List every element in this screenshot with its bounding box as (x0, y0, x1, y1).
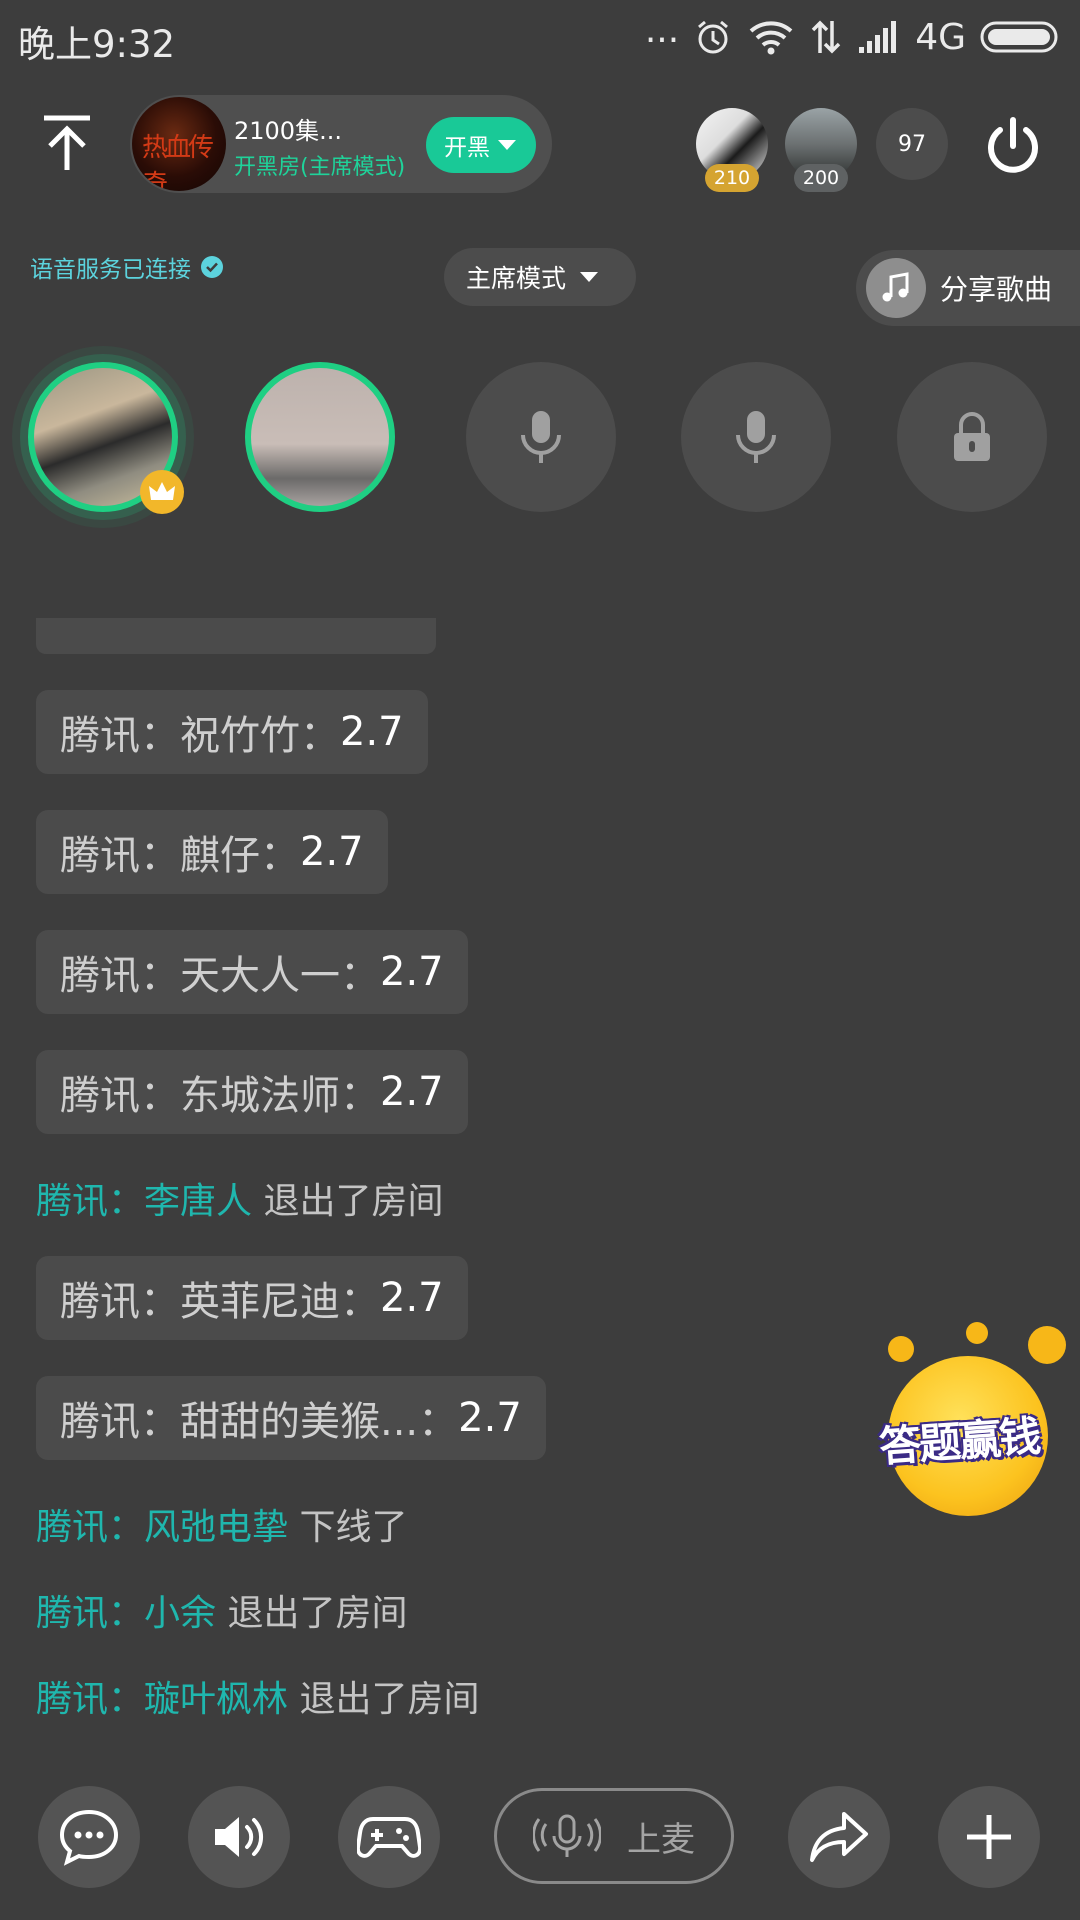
system-message: 腾讯：风弛电挚 下线了 (36, 1498, 407, 1550)
coin-icon (966, 1322, 988, 1344)
chat-value: 2.7 (300, 829, 364, 875)
music-note-icon (866, 258, 926, 318)
seat-2[interactable] (245, 362, 395, 512)
quiz-earn-money-button[interactable]: 答题赢钱 (848, 1320, 1070, 1530)
system-user[interactable]: 风弛电挚 (144, 1507, 288, 1548)
chat-sender: 腾讯：甜甜的美猴...： (60, 1399, 459, 1445)
chat-bubble: 腾讯：天大人一： 2.7 (36, 930, 468, 1014)
chat-sender: 腾讯：英菲尼迪： (60, 1279, 380, 1325)
mode-label: 主席模式 (466, 264, 567, 293)
more-button[interactable] (938, 1786, 1040, 1888)
system-message: 腾讯：李唐人 退出了房间 (36, 1172, 443, 1224)
crown-icon (140, 470, 184, 514)
system-message: 腾讯：小余 退出了房间 (36, 1584, 407, 1636)
chevron-down-icon (498, 140, 516, 150)
coin-icon (888, 1336, 914, 1362)
speaker-button[interactable] (188, 1786, 290, 1888)
room-logo: 热血传奇 (132, 97, 226, 191)
plus-icon (967, 1815, 1011, 1859)
chat-value: 2.7 (380, 1069, 444, 1115)
system-user[interactable]: 李唐人 (144, 1181, 252, 1222)
more-dots-icon: ... (644, 9, 680, 51)
share-song-button[interactable]: 分享歌曲 (856, 250, 1080, 326)
signal-icon (857, 19, 901, 55)
system-action: 退出了房间 (216, 1593, 408, 1634)
status-time: 晚上9:32 (18, 23, 176, 66)
top-user-score-1: 210 (705, 164, 759, 192)
chat-bubble: 腾讯：祝竹竹： 2.7 (36, 690, 428, 774)
coin-icon (1028, 1326, 1066, 1364)
system-prefix: 腾讯： (36, 1679, 145, 1720)
collapse-room-button[interactable] (32, 108, 102, 178)
chat-value: 2.7 (340, 709, 404, 755)
top-user-score-2: 200 (794, 164, 848, 192)
mic-broadcast-icon (533, 1814, 601, 1857)
chat-value: 2.7 (380, 949, 444, 995)
system-action: 退出了房间 (288, 1679, 480, 1720)
mic-icon (521, 411, 561, 463)
room-name: 2100集... (234, 117, 342, 145)
chat-bubble: 腾讯：英菲尼迪： 2.7 (36, 1256, 468, 1340)
chat-bubble-partial (36, 618, 436, 654)
voice-status-text: 语音服务已连接 (30, 257, 191, 283)
chat-bubble-icon (59, 1809, 119, 1866)
online-count-button[interactable]: 97 (876, 108, 948, 180)
system-action: 退出了房间 (252, 1181, 444, 1222)
chat-sender: 腾讯：祝竹竹： (60, 713, 340, 759)
chat-bubble: 腾讯：东城法师： 2.7 (36, 1050, 468, 1134)
arrow-up-icon (44, 115, 90, 170)
chat-bubble: 腾讯：麒仔： 2.7 (36, 810, 388, 894)
status-icons: ... 4G (644, 9, 1062, 62)
gamepad-icon (357, 1817, 421, 1858)
exit-room-button[interactable] (980, 112, 1046, 178)
wifi-icon (747, 17, 795, 57)
system-user[interactable]: 璇叶枫林 (144, 1679, 288, 1720)
chat-sender: 腾讯：麒仔： (60, 833, 300, 879)
take-mic-label: 上麦 (627, 1819, 695, 1860)
system-prefix: 腾讯： (36, 1593, 145, 1634)
share-arrow-icon (810, 1812, 868, 1862)
system-action: 下线了 (288, 1507, 408, 1548)
check-icon (201, 256, 223, 278)
alarm-icon (693, 17, 733, 57)
kaihei-label: 开黑 (444, 135, 490, 161)
chat-button[interactable] (38, 1786, 140, 1888)
share-song-label: 分享歌曲 (940, 273, 1053, 306)
chat-value: 2.7 (458, 1395, 522, 1441)
network-type: 4G (915, 16, 966, 58)
take-mic-button[interactable]: 上麦 (494, 1788, 734, 1884)
system-prefix: 腾讯： (36, 1181, 145, 1222)
room-logo-text: 热血传奇 (142, 133, 214, 191)
mic-icon (736, 411, 776, 463)
chevron-down-icon (580, 272, 599, 282)
battery-icon (980, 19, 1062, 55)
power-icon (988, 117, 1038, 173)
system-prefix: 腾讯： (36, 1507, 145, 1548)
chat-sender: 腾讯：天大人一： (60, 953, 380, 999)
system-user[interactable]: 小余 (144, 1593, 216, 1634)
kaihei-dropdown[interactable]: 开黑 (426, 117, 536, 173)
mode-dropdown[interactable]: 主席模式 (444, 248, 636, 306)
seat-3-empty[interactable] (466, 362, 616, 512)
chat-value: 2.7 (380, 1275, 444, 1321)
status-bar: 晚上9:32 ... 4G (0, 0, 1080, 76)
share-button[interactable] (788, 1786, 890, 1888)
seat-4-empty[interactable] (681, 362, 831, 512)
system-message: 腾讯：璇叶枫林 退出了房间 (36, 1670, 479, 1722)
game-button[interactable] (338, 1786, 440, 1888)
seat-5-locked[interactable] (897, 362, 1047, 512)
room-info-pill[interactable]: 热血传奇 2100集... 开黑房(主席模式) 开黑 (130, 95, 552, 193)
chat-sender: 腾讯：东城法师： (60, 1073, 380, 1119)
data-transfer-icon (809, 17, 843, 57)
speaker-icon (215, 1817, 264, 1857)
room-mode: 开黑房(主席模式) (234, 155, 406, 180)
lock-icon (954, 412, 990, 461)
voice-status: 语音服务已连接 (30, 250, 223, 284)
chat-bubble: 腾讯：甜甜的美猴...： 2.7 (36, 1376, 546, 1460)
